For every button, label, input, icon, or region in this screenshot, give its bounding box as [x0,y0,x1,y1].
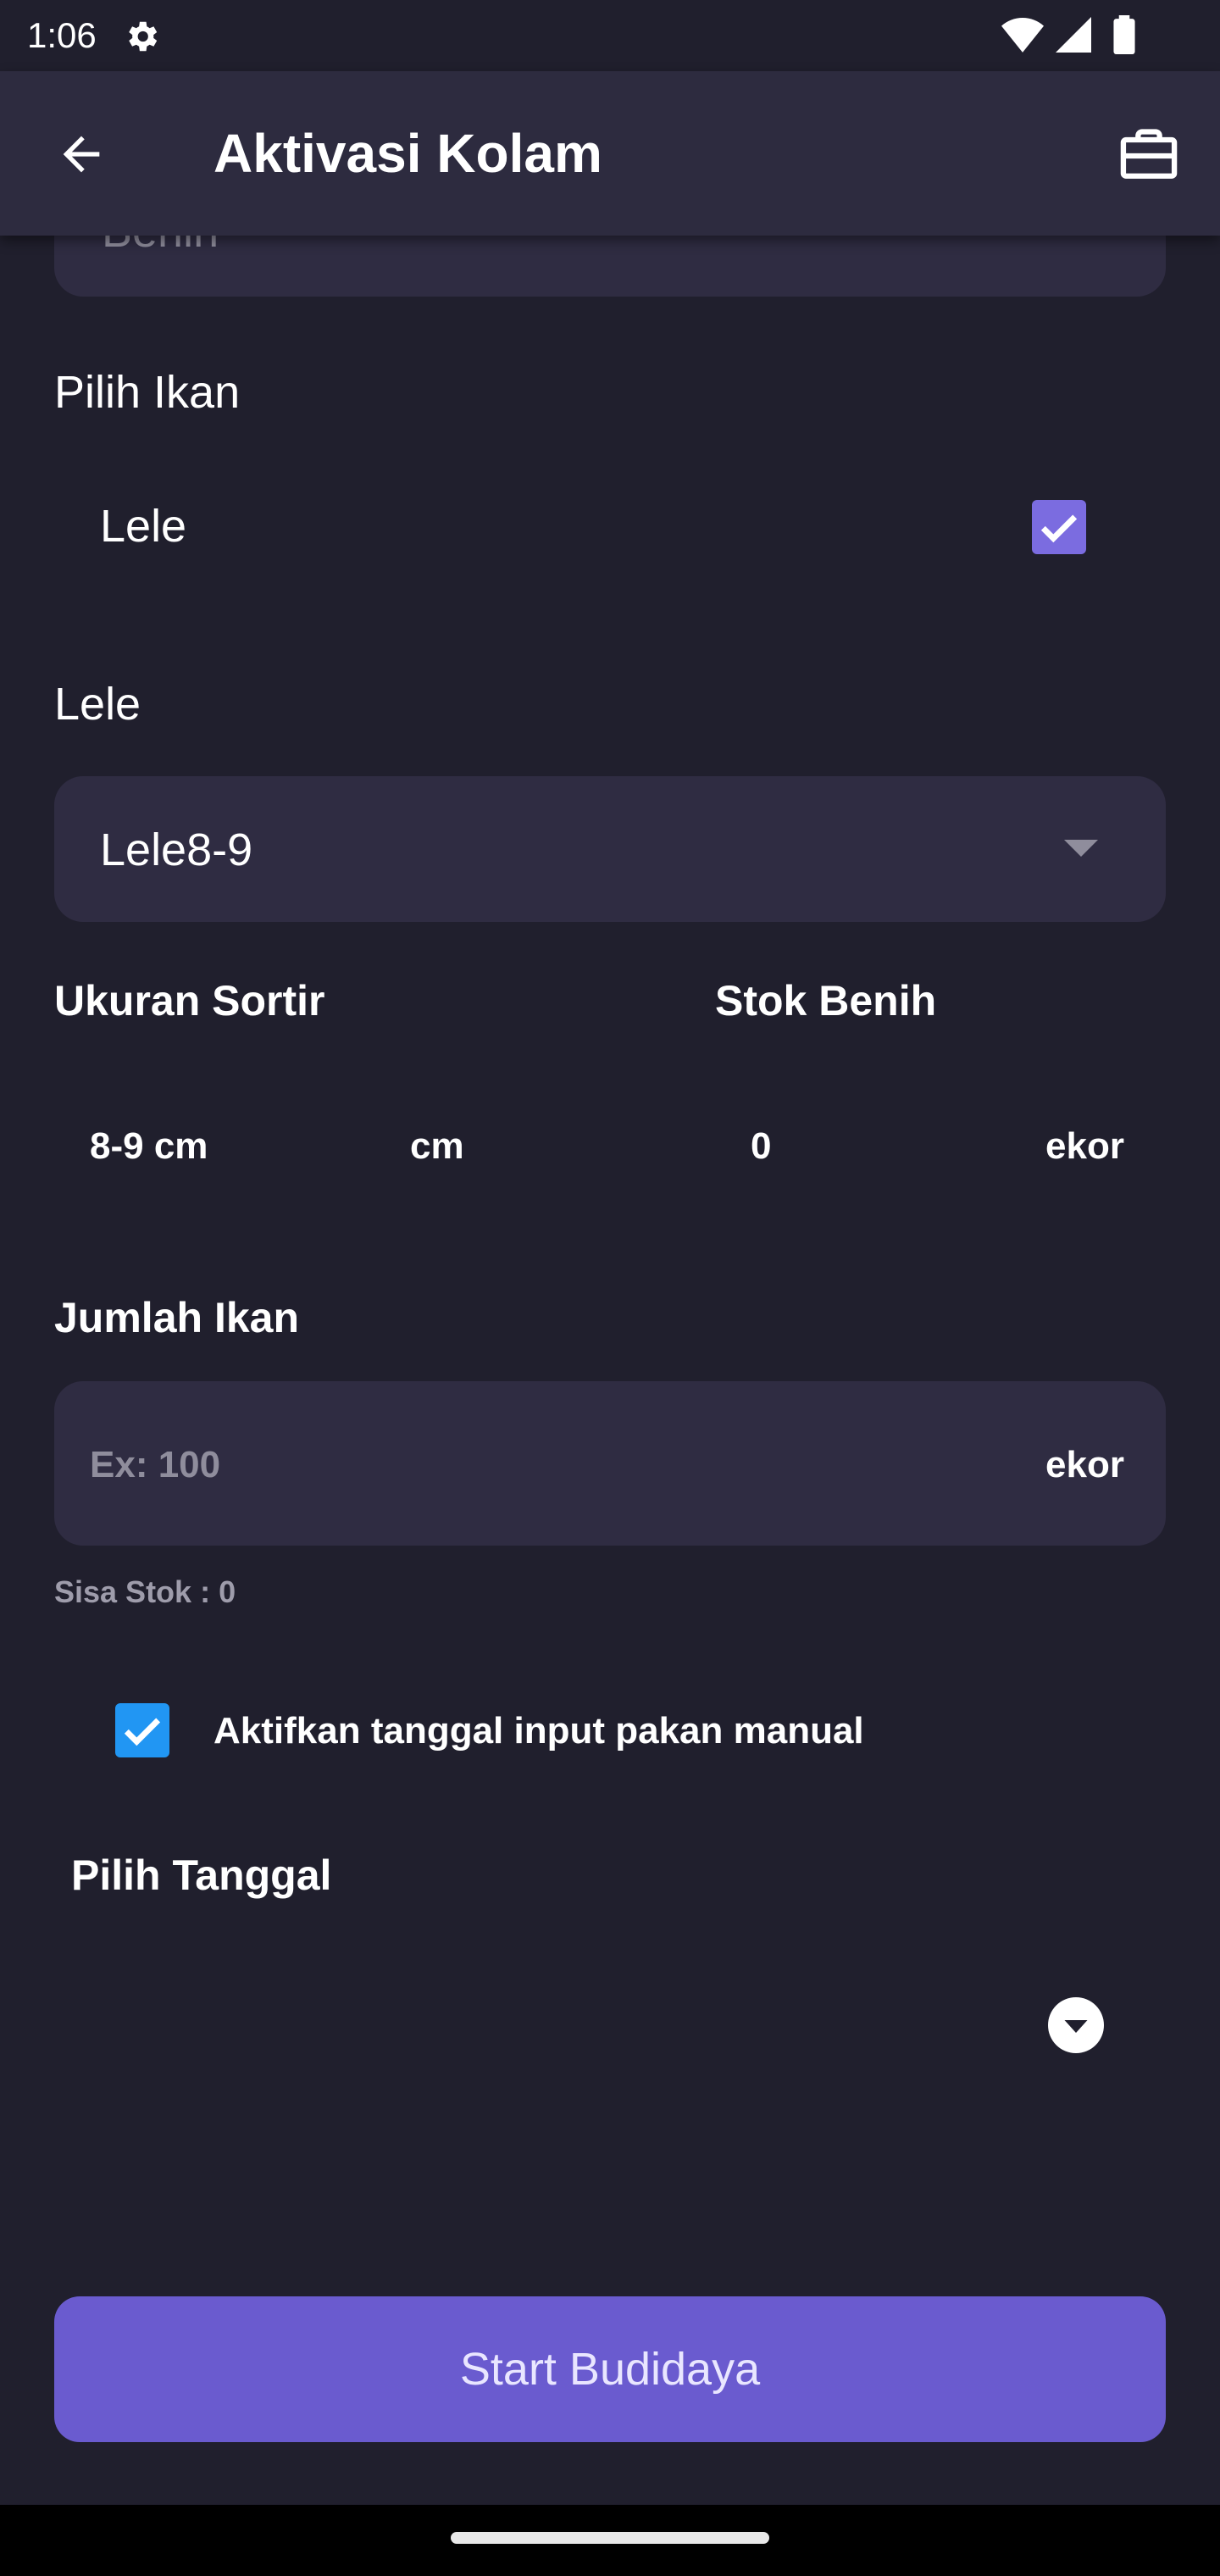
back-arrow-icon[interactable] [54,127,108,181]
ukuran-unit: cm [410,1125,464,1167]
sisa-stok-text: Sisa Stok : 0 [54,1574,236,1609]
wifi-icon [1001,18,1044,53]
home-gesture-pill[interactable] [451,2532,769,2544]
page-title: Aktivasi Kolam [214,123,602,184]
check-icon [124,1718,161,1746]
date-picker[interactable] [54,1974,1166,2076]
ukuran-sortir-label: Ukuran Sortir [54,977,325,1024]
pilih-ikan-label: Pilih Ikan [54,367,241,418]
fish-option-lele[interactable]: Lele [54,475,1166,580]
lele-label: Lele [54,679,141,730]
briefcase-icon[interactable] [1117,124,1181,188]
status-time: 1:06 [27,15,97,55]
battery-icon [1113,15,1135,54]
manual-feed-checkbox[interactable] [115,1703,169,1757]
start-budidaya-button[interactable]: Start Budidaya [54,2296,1166,2442]
jumlah-ikan-input[interactable]: Ex: 100 ekor [54,1381,1166,1546]
signal-icon [1056,17,1091,53]
app-bar: Aktivasi Kolam [0,71,1220,236]
jumlah-ikan-unit: ekor [1045,1444,1124,1485]
stok-benih-label: Stok Benih [715,977,937,1024]
check-icon [1040,514,1078,543]
pilih-tanggal-label: Pilih Tanggal [71,1852,332,1899]
dropdown-arrow-icon [1064,840,1098,857]
manual-feed-toggle[interactable]: Aktifkan tanggal input pakan manual [110,1700,1127,1763]
jumlah-ikan-placeholder: Ex: 100 [90,1444,221,1485]
manual-feed-label: Aktifkan tanggal input pakan manual [214,1710,864,1752]
stok-unit: ekor [1045,1125,1124,1167]
settings-icon [129,21,158,52]
ukuran-value: 8-9 cm [90,1125,208,1167]
fish-option-checkbox[interactable] [1032,500,1086,554]
lele-dropdown[interactable]: Lele8-9 [54,776,1166,922]
jumlah-ikan-label: Jumlah Ikan [54,1294,299,1341]
status-bar: 1:06 [0,0,1220,71]
lele-dropdown-value: Lele8-9 [100,824,253,875]
stok-value: 0 [751,1125,772,1167]
dropdown-circle-icon[interactable] [1045,1995,1106,2056]
fish-option-label: Lele [100,501,187,552]
